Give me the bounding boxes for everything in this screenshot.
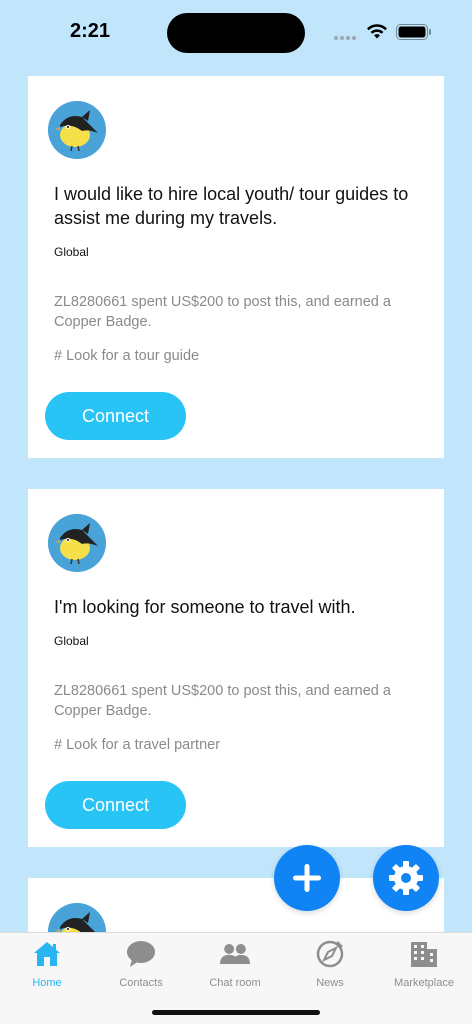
bird-avatar-icon <box>48 514 106 572</box>
post-feed[interactable]: I would like to hire local youth/ tour g… <box>0 0 472 932</box>
post-meta: ZL8280661 spent US$200 to post this, and… <box>54 683 391 719</box>
building-icon <box>409 939 439 969</box>
post-region: Global <box>54 245 89 259</box>
tab-marketplace[interactable]: Marketplace <box>377 939 471 991</box>
post-title: I would like to hire local youth/ tour g… <box>54 184 409 228</box>
post-card: I'm looking for someone to travel with. … <box>28 489 444 847</box>
people-icon <box>220 939 250 969</box>
connect-button[interactable]: Connect <box>45 781 186 829</box>
post-meta: ZL8280661 spent US$200 to post this, and… <box>54 294 391 330</box>
tab-contacts[interactable]: Contacts <box>94 939 188 991</box>
tab-label: News <box>316 977 344 989</box>
compass-icon <box>315 939 345 969</box>
bird-avatar-icon <box>48 101 106 159</box>
post-region: Global <box>54 634 89 648</box>
gear-icon <box>389 861 423 895</box>
settings-button[interactable] <box>373 845 439 911</box>
bird-avatar-icon <box>48 903 106 932</box>
post-tag[interactable]: # Look for a travel partner <box>54 737 220 753</box>
post-tag[interactable]: # Look for a tour guide <box>54 348 199 364</box>
tab-label: Contacts <box>119 977 163 989</box>
avatar[interactable] <box>48 101 106 159</box>
avatar[interactable] <box>48 514 106 572</box>
post-title: I'm looking for someone to travel with. <box>54 597 356 617</box>
plus-icon <box>293 864 321 892</box>
tab-news[interactable]: News <box>283 939 377 991</box>
tab-label: Chat room <box>209 977 261 989</box>
connect-button[interactable]: Connect <box>45 392 186 440</box>
tab-label: Marketplace <box>394 977 454 989</box>
avatar[interactable] <box>48 903 106 932</box>
tab-chat-room[interactable]: Chat room <box>188 939 282 991</box>
post-card: I would like to hire local youth/ tour g… <box>28 76 444 458</box>
tab-label: Home <box>32 977 62 989</box>
home-icon <box>32 939 62 969</box>
tab-home[interactable]: Home <box>0 939 94 991</box>
chat-bubble-icon <box>126 939 156 969</box>
home-indicator <box>152 1010 320 1015</box>
add-post-button[interactable] <box>274 845 340 911</box>
